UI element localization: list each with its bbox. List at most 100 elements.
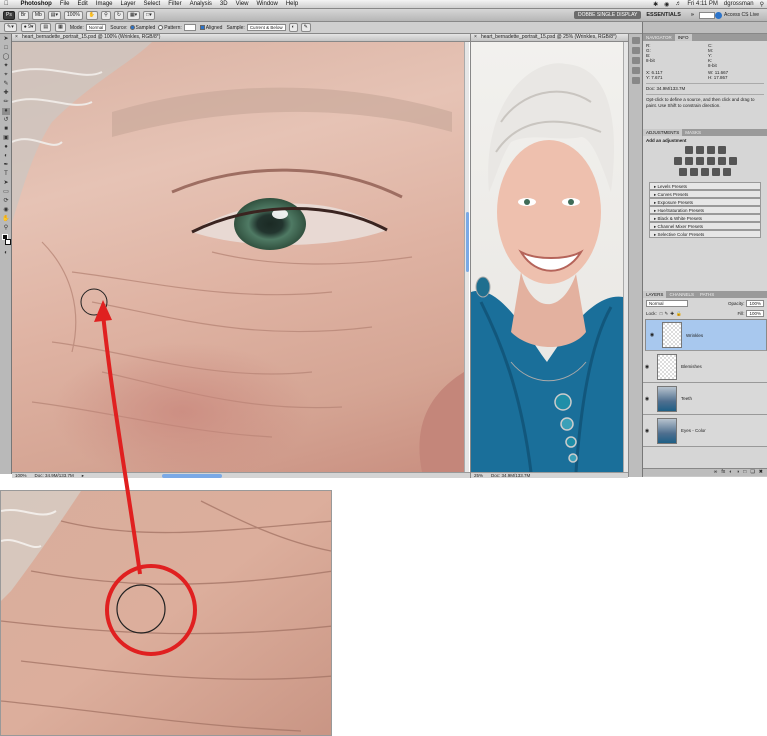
tab-info[interactable]: INFO: [674, 34, 692, 41]
vibrance-icon[interactable]: [673, 157, 682, 165]
zoom-field-left[interactable]: 100%: [15, 473, 27, 478]
layer-style-icon[interactable]: fx: [721, 469, 725, 476]
quick-mask-icon[interactable]: ◐: [2, 250, 10, 257]
clone-stamp-tool-icon[interactable]: ♦: [2, 108, 10, 115]
clock[interactable]: Fri 4:11 PM: [684, 1, 721, 7]
character-panel-icon[interactable]: [632, 77, 640, 84]
brush-tool-icon[interactable]: ✏: [2, 99, 10, 106]
background-color-swatch[interactable]: [5, 239, 11, 245]
canvas-left[interactable]: [12, 42, 464, 472]
search-field[interactable]: [698, 11, 715, 19]
3d-rotate-tool-icon[interactable]: ⟳: [2, 198, 10, 205]
preset-levels[interactable]: ▸ Levels Presets: [649, 182, 761, 190]
rotate-view-button[interactable]: ↻: [113, 10, 124, 20]
close-doc-left-icon[interactable]: ×: [15, 34, 18, 41]
path-select-tool-icon[interactable]: ➤: [2, 180, 10, 187]
history-panel-icon[interactable]: [632, 37, 640, 44]
menu-filter[interactable]: Filter: [164, 1, 185, 7]
menu-file[interactable]: File: [56, 1, 74, 7]
add-mask-icon[interactable]: ◐: [729, 469, 732, 476]
gradient-tool-icon[interactable]: ▣: [2, 135, 10, 142]
layer-visibility-eye-icon[interactable]: ◉: [643, 364, 651, 370]
source-sampled-radio[interactable]: [129, 25, 135, 30]
3d-camera-tool-icon[interactable]: ◉: [2, 207, 10, 214]
canvas-right[interactable]: [471, 42, 623, 472]
volume-icon[interactable]: ♬: [672, 1, 684, 7]
zoom-level-select[interactable]: 100%: [64, 10, 83, 20]
zoom-tool-icon[interactable]: ⚲: [2, 225, 10, 232]
document-tab-left[interactable]: × heart_bernadette_portrait_15.psd @ 100…: [12, 34, 470, 42]
brush-panel-button[interactable]: ▤: [40, 23, 52, 32]
menu-image[interactable]: Image: [92, 1, 117, 7]
vertical-scroll-thumb-left[interactable]: [466, 212, 469, 272]
marquee-tool-icon[interactable]: □: [2, 45, 10, 52]
menu-help[interactable]: Help: [282, 1, 302, 7]
aligned-checkbox[interactable]: [199, 25, 205, 30]
lock-image-icon[interactable]: ✎: [664, 311, 668, 317]
more-workspaces-button[interactable]: »: [686, 12, 699, 18]
lasso-tool-icon[interactable]: ◯: [2, 54, 10, 61]
menu-layer[interactable]: Layer: [117, 1, 140, 7]
close-doc-right-icon[interactable]: ×: [474, 34, 477, 41]
black-white-icon[interactable]: [706, 157, 715, 165]
bridge-button[interactable]: Br: [17, 10, 29, 20]
essentials-button[interactable]: ESSENTIALS: [641, 12, 686, 18]
hue-saturation-icon[interactable]: [684, 157, 693, 165]
gradient-map-icon[interactable]: [712, 168, 720, 176]
levels-icon[interactable]: [695, 146, 704, 154]
hand-tool-button[interactable]: ✋: [85, 10, 99, 20]
document-tab-right[interactable]: × heart_bernadette_portrait_15.psd @ 25%…: [471, 34, 628, 42]
menu-select[interactable]: Select: [140, 1, 165, 7]
layer-visibility-eye-icon[interactable]: ◉: [648, 332, 656, 338]
exposure-icon[interactable]: [717, 146, 726, 154]
invert-icon[interactable]: [679, 168, 687, 176]
crop-tool-icon[interactable]: ⌖: [2, 72, 10, 79]
zoom-tool-button[interactable]: ⚲: [101, 10, 111, 20]
fill-field[interactable]: 100%: [746, 310, 764, 317]
menu-window[interactable]: Window: [253, 1, 282, 7]
new-layer-icon[interactable]: ❏: [750, 469, 754, 476]
threshold-icon[interactable]: [701, 168, 709, 176]
tab-paths[interactable]: PATHS: [697, 291, 717, 298]
photo-filter-icon[interactable]: [717, 157, 726, 165]
layer-visibility-eye-icon[interactable]: ◉: [643, 396, 651, 402]
preset-exposure[interactable]: ▸ Exposure Presets: [649, 198, 761, 206]
move-tool-icon[interactable]: ➤: [2, 36, 10, 43]
hand-tool-icon[interactable]: ✋: [2, 216, 10, 223]
preset-curves[interactable]: ▸ Curves Presets: [649, 190, 761, 198]
pen-tool-icon[interactable]: ✒: [2, 162, 10, 169]
delete-layer-icon[interactable]: ✖: [759, 469, 763, 476]
bluetooth-icon[interactable]: ✱: [650, 1, 661, 8]
tab-navigator[interactable]: NAVIGATOR: [643, 34, 675, 41]
lock-all-icon[interactable]: 🔒: [676, 311, 682, 317]
brush-preset-picker[interactable]: ● 9▾: [20, 23, 37, 32]
vertical-scrollbar-left[interactable]: [464, 42, 469, 472]
pattern-picker[interactable]: [183, 24, 196, 31]
eyedropper-tool-icon[interactable]: ✎: [2, 81, 10, 88]
type-tool-icon[interactable]: T: [2, 171, 10, 178]
preset-channel-mixer[interactable]: ▸ Channel Mixer Presets: [649, 222, 761, 230]
layer-visibility-eye-icon[interactable]: ◉: [643, 428, 651, 434]
lock-position-icon[interactable]: ✚: [670, 311, 674, 317]
menu-analysis[interactable]: Analysis: [186, 1, 216, 7]
preset-selective-color[interactable]: ▸ Selective Color Presets: [649, 230, 761, 238]
channel-mixer-icon[interactable]: [728, 157, 737, 165]
preset-hue-saturation[interactable]: ▸ Hue/Saturation Presets: [649, 206, 761, 214]
screen-mode-button[interactable]: □▾: [143, 10, 155, 20]
healing-brush-tool-icon[interactable]: ✚: [2, 90, 10, 97]
tab-adjustments[interactable]: ADJUSTMENTS: [643, 129, 683, 136]
dodge-tool-icon[interactable]: ◐: [2, 153, 10, 160]
spotlight-icon[interactable]: ⚲: [757, 1, 767, 8]
brush-panel-icon[interactable]: [632, 57, 640, 64]
layer-row-blemishes[interactable]: ◉ Blemishes: [643, 351, 767, 383]
layer-row-teeth[interactable]: ◉ Teeth: [643, 383, 767, 415]
sample-select[interactable]: Current & Below: [246, 24, 286, 31]
tab-masks[interactable]: MASKS: [682, 129, 704, 136]
brightness-contrast-icon[interactable]: [684, 146, 693, 154]
source-pattern-radio[interactable]: [158, 25, 164, 30]
tab-layers[interactable]: LAYERS: [643, 291, 667, 298]
mode-select[interactable]: Normal: [85, 24, 107, 31]
selective-color-icon[interactable]: [723, 168, 731, 176]
posterize-icon[interactable]: [690, 168, 698, 176]
tab-channels[interactable]: CHANNELS: [666, 291, 697, 298]
